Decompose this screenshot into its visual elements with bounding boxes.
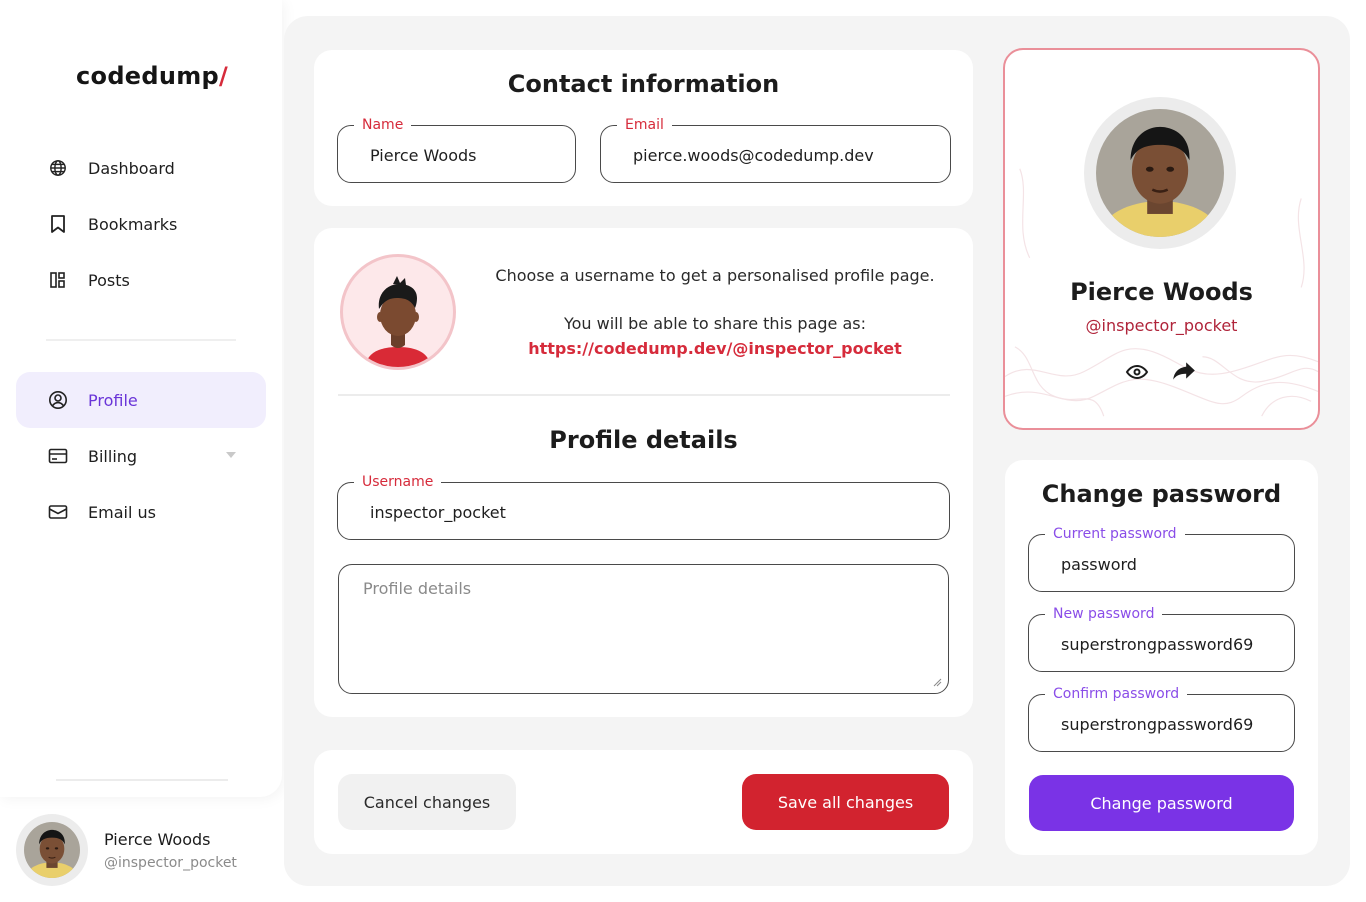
profile-url-link[interactable]: https://codedump.dev/@inspector_pocket xyxy=(480,339,950,358)
user-photo xyxy=(24,822,80,878)
sidebar-item-label: Profile xyxy=(88,390,138,410)
user-handle: @inspector_pocket xyxy=(104,854,237,871)
profile-handle[interactable]: @inspector_pocket xyxy=(1005,316,1318,335)
name-value: Pierce Woods xyxy=(370,146,477,165)
current-password-field[interactable]: Current password password xyxy=(1028,526,1295,592)
profile-details-title: Profile details xyxy=(549,426,738,454)
new-password-value: superstrongpassword69 xyxy=(1061,635,1254,654)
user-photo xyxy=(1096,109,1224,237)
confirm-password-field[interactable]: Confirm password superstrongpassword69 xyxy=(1028,686,1295,752)
sidebar-item-label: Email us xyxy=(88,502,156,522)
mail-icon xyxy=(48,502,68,522)
change-password-title: Change password xyxy=(1041,480,1282,508)
resize-handle-icon[interactable] xyxy=(932,677,942,687)
change-password-button[interactable]: Change password xyxy=(1029,775,1294,831)
user-name: Pierce Woods xyxy=(104,829,211,849)
globe-icon xyxy=(48,158,68,178)
user-summary[interactable]: Pierce Woods @inspector_pocket xyxy=(16,814,237,886)
divider xyxy=(56,779,228,781)
intro-text: Choose a username to get a personalised … xyxy=(495,266,935,285)
sidebar-item-dashboard[interactable]: Dashboard xyxy=(16,140,266,196)
avatar xyxy=(1084,97,1236,249)
sidebar-item-label: Posts xyxy=(88,270,130,290)
divider xyxy=(46,339,236,341)
confirm-password-value: superstrongpassword69 xyxy=(1061,715,1254,734)
share-text: You will be able to share this page as: xyxy=(563,314,867,333)
sidebar-item-email[interactable]: Email us xyxy=(16,484,266,540)
sidebar-item-label: Billing xyxy=(88,446,138,466)
sidebar-item-label: Bookmarks xyxy=(88,214,178,234)
cancel-button[interactable]: Cancel changes xyxy=(338,774,516,830)
chevron-down-icon[interactable] xyxy=(226,452,236,458)
save-button[interactable]: Save all changes xyxy=(742,774,949,830)
email-field[interactable]: Email pierce.woods@codedump.dev xyxy=(600,117,951,183)
sidebar-item-billing[interactable]: Billing xyxy=(16,428,266,484)
posts-icon xyxy=(48,270,68,290)
avatar-illustration xyxy=(340,254,456,370)
avatar xyxy=(16,814,88,886)
email-label: Email xyxy=(617,117,672,133)
username-value: inspector_pocket xyxy=(370,503,506,522)
confirm-password-label: Confirm password xyxy=(1045,686,1188,702)
current-password-label: Current password xyxy=(1045,526,1185,542)
name-field[interactable]: Name Pierce Woods xyxy=(337,117,576,183)
profile-preview-card: Pierce Woods @inspector_pocket xyxy=(1003,48,1320,430)
person-illustration xyxy=(365,276,431,367)
name-label: Name xyxy=(354,117,412,133)
new-password-label: New password xyxy=(1045,606,1163,622)
sidebar-item-label: Dashboard xyxy=(88,158,175,178)
profile-details-textarea[interactable]: Profile details xyxy=(338,564,949,694)
sidebar: codedump/ Dashboard Bookmarks Posts Prof… xyxy=(0,0,282,797)
sidebar-item-bookmarks[interactable]: Bookmarks xyxy=(16,196,266,252)
eye-icon[interactable] xyxy=(1125,360,1149,384)
brand-logo[interactable]: codedump/ xyxy=(76,62,228,90)
current-password-value: password xyxy=(1061,555,1137,574)
new-password-field[interactable]: New password superstrongpassword69 xyxy=(1028,606,1295,672)
credit-card-icon xyxy=(48,446,68,466)
sidebar-item-profile[interactable]: Profile xyxy=(16,372,266,428)
username-field[interactable]: Username inspector_pocket xyxy=(337,474,950,540)
user-circle-icon xyxy=(48,390,68,410)
contact-title: Contact information xyxy=(507,70,780,98)
email-value: pierce.woods@codedump.dev xyxy=(633,146,874,165)
profile-name: Pierce Woods xyxy=(1070,278,1253,306)
share-icon[interactable] xyxy=(1171,358,1197,384)
textarea-placeholder: Profile details xyxy=(363,579,472,598)
divider xyxy=(338,394,950,396)
sidebar-item-posts[interactable]: Posts xyxy=(16,252,266,308)
username-label: Username xyxy=(354,474,442,490)
bookmark-icon xyxy=(48,214,68,234)
